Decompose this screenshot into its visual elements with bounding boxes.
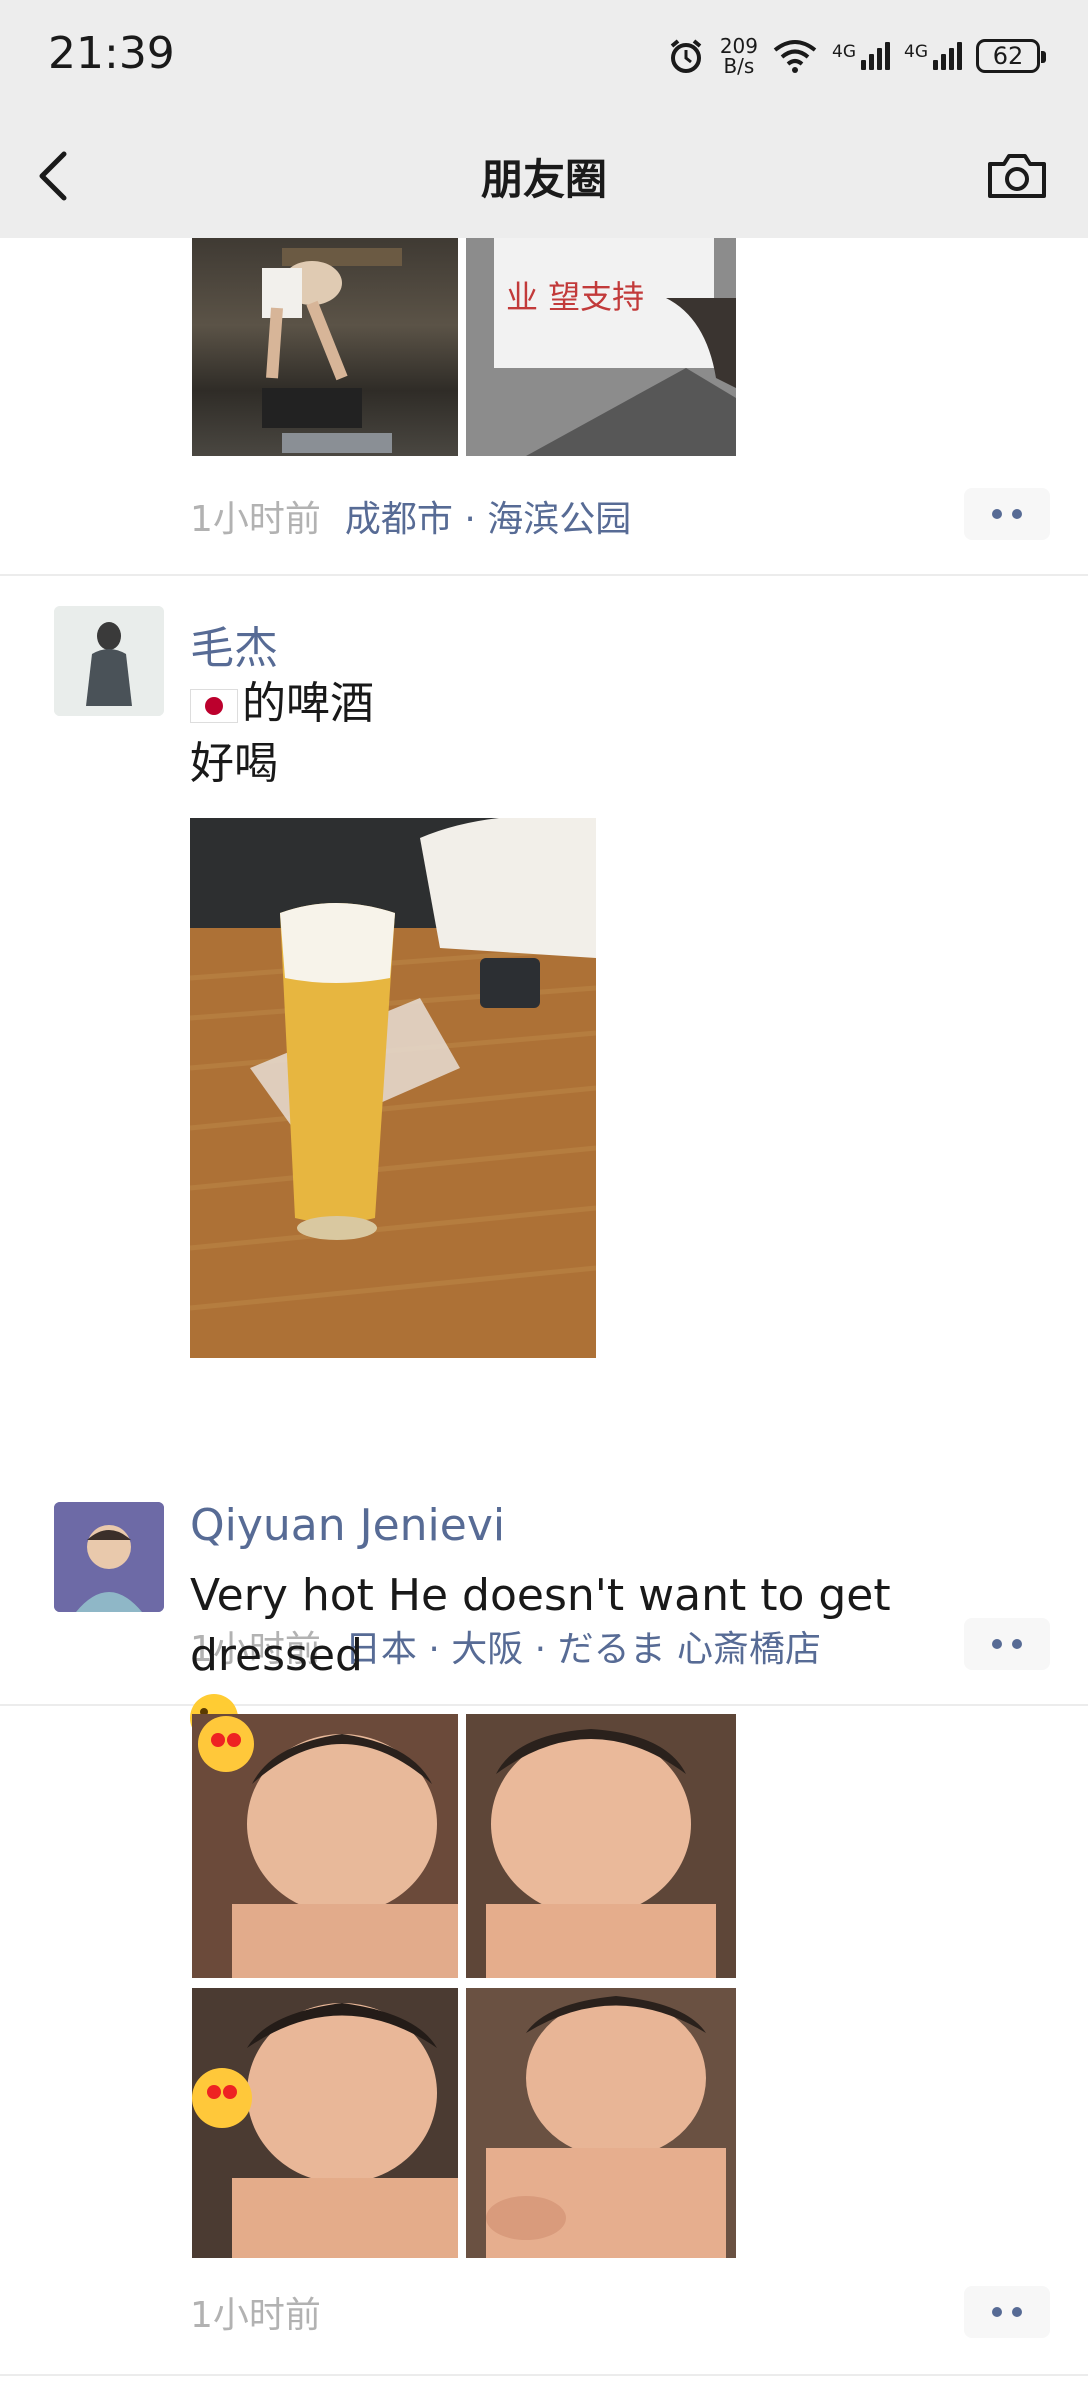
post-time: 1小时前	[190, 499, 321, 540]
post-text: 的啤酒 好喝	[190, 678, 374, 789]
signal-icon-2: 4G	[904, 42, 962, 70]
girl-sitting-on-bench-photo[interactable]	[192, 238, 458, 456]
status-bar: 21:39 209 B/s 4G 4G 62	[0, 0, 1088, 112]
beer-glass-photo[interactable]	[190, 818, 596, 1358]
dot-icon	[992, 509, 1002, 519]
avatar[interactable]	[54, 606, 164, 716]
alarm-icon	[670, 39, 702, 73]
page-title: 朋友圈	[480, 155, 607, 204]
handwritten-sign-photo[interactable]: 业 望支持	[466, 238, 736, 456]
more-actions-button[interactable]	[964, 2286, 1050, 2338]
camera-button[interactable]	[986, 146, 1048, 206]
japan-flag-emoji	[190, 689, 238, 723]
status-time: 21:39	[48, 28, 175, 79]
nav-bar: 朋友圈	[0, 112, 1088, 238]
toddler-photo-1[interactable]	[192, 1714, 458, 1978]
toddler-photo-4[interactable]	[466, 1988, 736, 2258]
author-name[interactable]: Qiyuan Jenievi	[190, 1500, 505, 1551]
dot-icon	[1012, 509, 1022, 519]
post-divider	[0, 2374, 1088, 2376]
post-meta: 1小时前	[190, 2286, 321, 2338]
status-icons: 209 B/s 4G 4G 62	[666, 30, 1046, 82]
post-location[interactable]: 成都市 · 海滨公园	[345, 499, 631, 540]
dot-icon	[992, 2307, 1002, 2317]
post-meta: 1小时前 成都市 · 海滨公园	[190, 490, 631, 542]
avatar[interactable]	[54, 1502, 164, 1612]
signal-icon: 4G	[832, 42, 890, 70]
author-name[interactable]: 毛杰	[190, 612, 278, 676]
battery-icon: 62	[976, 39, 1046, 73]
post-divider	[0, 574, 1088, 576]
more-actions-button[interactable]	[964, 488, 1050, 540]
post-time: 1小时前	[190, 2295, 321, 2336]
toddler-photo-2[interactable]	[466, 1714, 736, 1978]
wifi-icon	[773, 40, 817, 73]
dot-icon	[1012, 2307, 1022, 2317]
network-speed: 209 B/s	[719, 34, 758, 78]
toddler-photo-3[interactable]	[192, 1988, 458, 2258]
sign-text: 业 望支持	[506, 278, 644, 316]
